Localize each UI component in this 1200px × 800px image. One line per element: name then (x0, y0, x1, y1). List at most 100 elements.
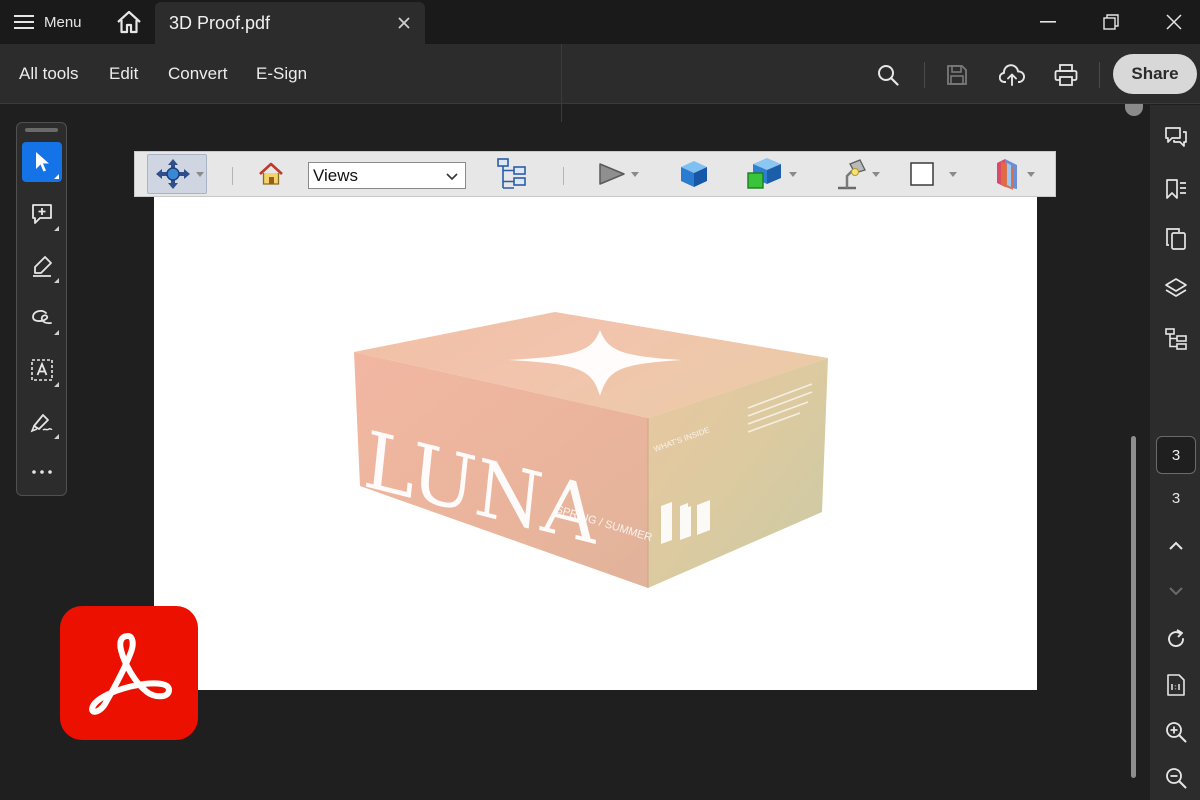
menu-button[interactable]: Menu (14, 8, 82, 36)
menu-label: Menu (44, 13, 82, 31)
menu-all-tools[interactable]: All tools (19, 64, 79, 84)
total-pages-label: 3 (1171, 490, 1181, 507)
chevron-down-icon (1169, 587, 1183, 596)
toolbar-separator (563, 167, 564, 185)
chevron-up-icon (1169, 541, 1183, 550)
scrollbar-thumb[interactable] (1131, 436, 1136, 778)
chevron-down-icon (446, 173, 458, 181)
cursor-arrow-icon (36, 152, 49, 172)
menu-edit[interactable]: Edit (109, 64, 138, 84)
highlighter-icon (33, 256, 52, 277)
views-dropdown-value: Views (313, 165, 359, 185)
tree-structure-icon (1165, 328, 1187, 350)
actual-size-button[interactable] (1160, 669, 1192, 701)
close-icon (1166, 14, 1182, 30)
rotate-view-button[interactable] (1160, 623, 1192, 655)
previous-page-button[interactable] (1160, 530, 1192, 562)
dropdown-arrow-icon (949, 171, 957, 177)
layers-icon (1165, 278, 1187, 297)
next-page-button[interactable] (1160, 575, 1192, 607)
cross-section-button[interactable] (991, 156, 1035, 192)
cloud-upload-icon (999, 64, 1025, 86)
dropdown-arrow-icon (789, 171, 797, 177)
document-tab[interactable]: 3D Proof.pdf (155, 2, 425, 44)
draw-tool[interactable] (22, 298, 62, 338)
zoom-out-icon (1166, 768, 1187, 789)
toolbar-separator (232, 167, 233, 185)
3d-navigation-tool[interactable] (147, 154, 207, 194)
save-icon (947, 65, 967, 85)
bookmarks-panel-button[interactable] (1160, 173, 1192, 205)
tool-flyout-indicator (54, 434, 59, 439)
render-mode-cubes-icon (747, 158, 781, 189)
tool-flyout-indicator (54, 226, 59, 231)
use-perspective-button[interactable] (678, 156, 710, 192)
window-close-button[interactable] (1151, 6, 1197, 38)
model-tree-icon (497, 158, 526, 189)
select-tool[interactable] (22, 142, 62, 182)
model-tree-panel-button[interactable] (1160, 323, 1192, 355)
more-tools-button[interactable] (22, 452, 62, 492)
background-color-button[interactable] (909, 156, 957, 192)
cross-section-icon (997, 159, 1017, 190)
copy-pages-icon (1166, 228, 1186, 250)
search-icon (878, 65, 899, 86)
menu-convert[interactable]: Convert (168, 64, 228, 84)
search-button[interactable] (871, 58, 905, 92)
model-tree-button[interactable] (495, 156, 529, 192)
dropdown-arrow-icon (631, 171, 639, 177)
comments-panel-button[interactable] (1160, 121, 1192, 153)
add-comment-tool[interactable] (22, 194, 62, 234)
zoom-in-button[interactable] (1160, 716, 1192, 748)
close-tab-button[interactable] (395, 14, 413, 32)
tool-flyout-indicator (54, 330, 59, 335)
current-page-input[interactable]: 3 (1156, 436, 1196, 474)
print-button[interactable] (1049, 58, 1083, 92)
3d-rotate-navigation-icon (156, 159, 190, 189)
highlight-tool[interactable] (22, 246, 62, 286)
3d-home-view-button[interactable] (257, 156, 285, 192)
restore-icon (1103, 14, 1119, 30)
home-icon (117, 10, 141, 34)
share-button[interactable]: Share (1113, 54, 1197, 94)
restore-button[interactable] (1088, 6, 1134, 38)
save-button[interactable] (940, 58, 974, 92)
views-dropdown[interactable]: Views (308, 162, 466, 189)
document-tab-title: 3D Proof.pdf (169, 12, 271, 33)
3d-model-box[interactable]: LUNA SPRING / SUMMER WHAT'S INSIDE (350, 300, 830, 590)
play-animation-button[interactable] (597, 156, 639, 192)
text-select-box-icon (31, 359, 53, 381)
tool-flyout-indicator (54, 382, 59, 387)
upload-cloud-button[interactable] (995, 58, 1029, 92)
lighting-button[interactable] (834, 156, 880, 192)
pages-panel-button[interactable] (1160, 223, 1192, 255)
comments-icon (1165, 127, 1187, 147)
comment-add-icon (32, 204, 52, 224)
toolbar-divider (924, 62, 925, 88)
menu-e-sign[interactable]: E-Sign (256, 64, 307, 84)
dropdown-arrow-icon (1027, 171, 1035, 177)
rotate-clockwise-icon (1168, 629, 1184, 648)
more-horizontal-icon (32, 470, 52, 474)
fill-sign-tool[interactable] (22, 402, 62, 442)
zoom-out-button[interactable] (1160, 762, 1192, 794)
acrobat-window: Menu 3D Proof.pdf All tools Edit Convert… (0, 0, 1200, 800)
menubar-separator (561, 44, 562, 122)
panel-drag-handle[interactable] (25, 128, 58, 132)
home-button[interactable] (112, 8, 146, 36)
layers-panel-button[interactable] (1160, 273, 1192, 305)
printer-icon (1054, 64, 1078, 86)
text-recognition-tool[interactable] (22, 350, 62, 390)
play-icon (599, 163, 625, 185)
dropdown-arrow-icon (872, 171, 880, 177)
minimize-button[interactable] (1025, 6, 1071, 38)
actual-size-page-icon (1167, 674, 1185, 696)
hamburger-icon (14, 15, 34, 29)
model-render-mode-button[interactable] (745, 156, 797, 192)
title-bar: Menu 3D Proof.pdf (0, 0, 1200, 44)
3d-cube-icon (681, 161, 707, 187)
color-swatch-icon (910, 162, 934, 186)
close-icon (398, 17, 410, 29)
freehand-draw-icon (32, 310, 52, 324)
toolbar-divider (1099, 62, 1100, 88)
